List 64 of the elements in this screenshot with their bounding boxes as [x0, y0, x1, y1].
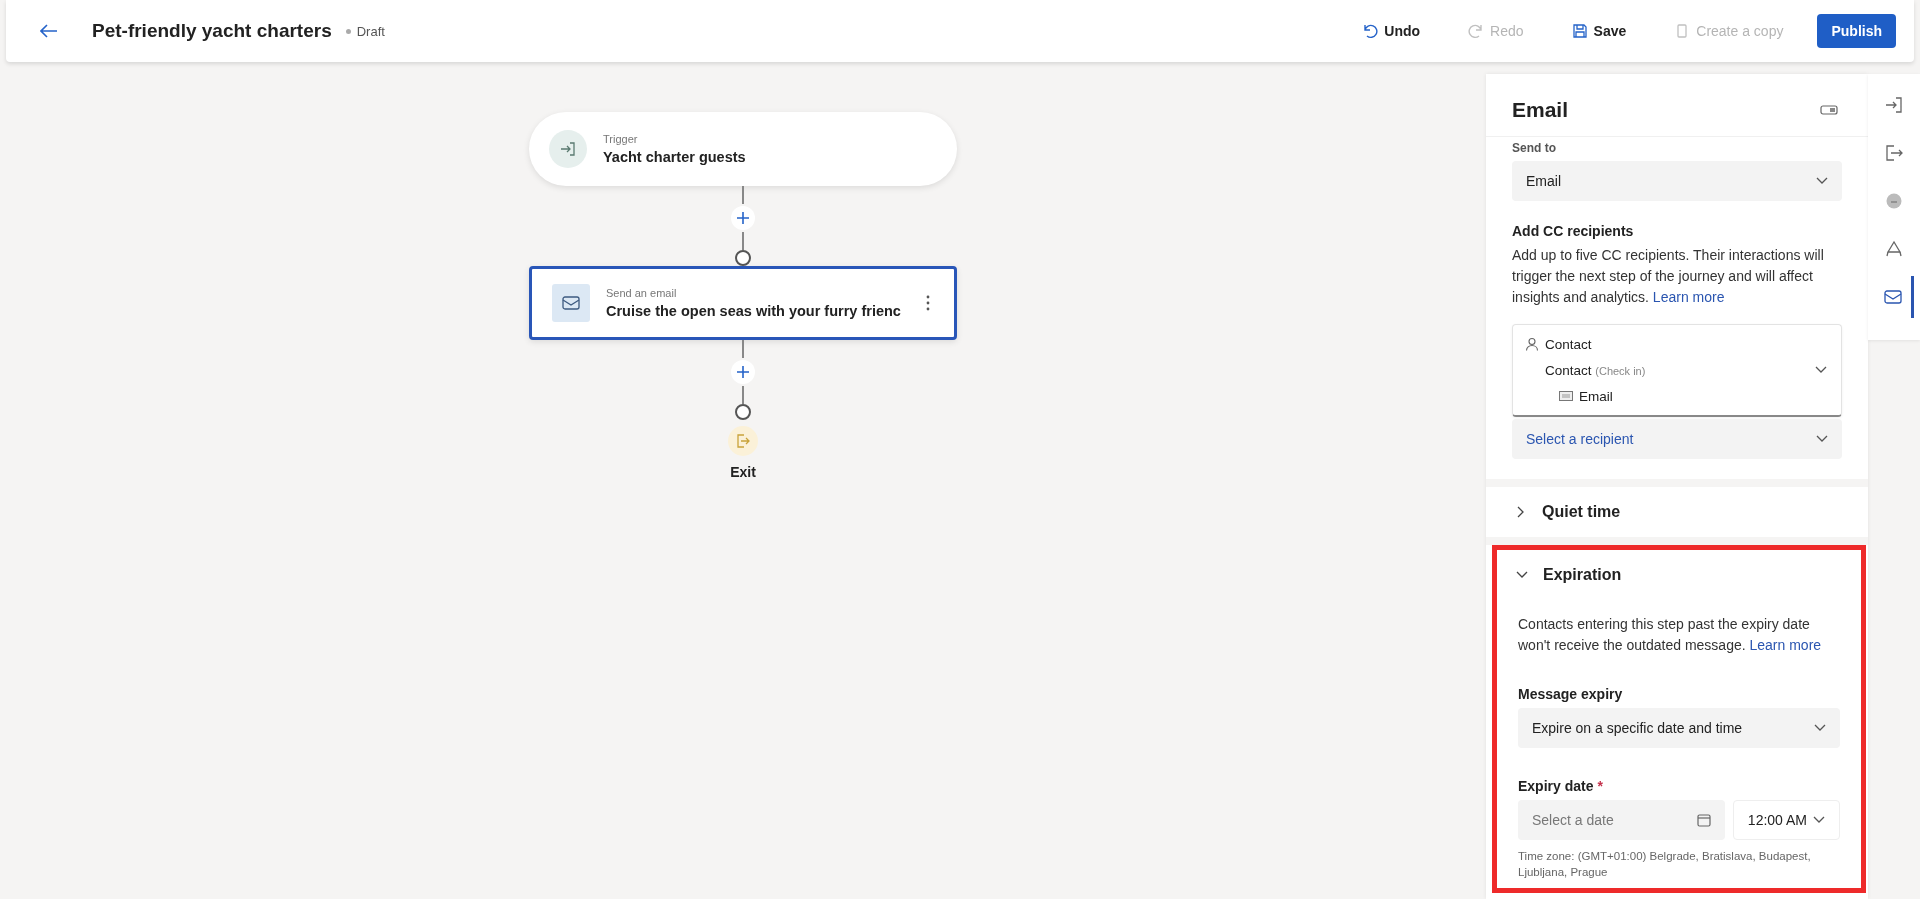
- undo-icon: [1362, 23, 1379, 39]
- back-arrow-icon: [40, 24, 58, 38]
- recipient-tree-dropdown[interactable]: Contact Contact (Check in) Email: [1512, 324, 1842, 417]
- exit-icon: [1885, 144, 1903, 162]
- step-type-label: Send an email: [606, 287, 678, 299]
- panel-toggle-icon: [1820, 105, 1838, 115]
- journey-title: Pet-friendly yacht charters: [92, 20, 332, 42]
- step-title: Yacht charter guests: [603, 149, 747, 165]
- recipient-dropdown[interactable]: Select a recipient: [1512, 419, 1842, 459]
- expiration-section-toggle[interactable]: Expiration: [1497, 550, 1861, 600]
- plus-icon: [736, 365, 750, 379]
- message-expiry-dropdown[interactable]: Expire on a specific date and time: [1518, 708, 1840, 748]
- envelope-icon: [552, 284, 590, 322]
- status-label: Draft: [345, 23, 385, 39]
- connector-port: [735, 404, 751, 420]
- tree-item: Contact: [1545, 336, 1592, 352]
- connector-port: [735, 250, 751, 266]
- plus-icon: [736, 211, 750, 225]
- enter-icon: [1885, 96, 1903, 114]
- field-label: Message expiry: [1518, 686, 1624, 702]
- save-icon: [1571, 23, 1588, 39]
- enter-icon: [549, 130, 587, 168]
- chevron-down-icon: [1816, 435, 1828, 443]
- chevron-down-icon: [1816, 177, 1828, 185]
- redo-icon: [1468, 23, 1485, 39]
- add-step-button[interactable]: [731, 206, 755, 230]
- field-label: Expiry date *: [1518, 778, 1604, 794]
- exit-label: Exit: [730, 464, 756, 480]
- tree-item: Email: [1579, 388, 1613, 404]
- save-button[interactable]: Save: [1561, 17, 1637, 45]
- field-label: Send to: [1512, 141, 1557, 155]
- chevron-icon: [1516, 570, 1528, 580]
- field-icon: [1559, 391, 1573, 401]
- calendar-icon: [1696, 813, 1711, 827]
- more-icon: [926, 295, 930, 311]
- tree-item: Contact (Check in): [1545, 362, 1646, 378]
- branch-icon: [1885, 240, 1903, 258]
- step-title: Cruise the open seas with your furry frienc: [606, 303, 902, 319]
- chevron-icon: [1516, 506, 1526, 518]
- exit-icon: [728, 426, 758, 456]
- step-type-label: Trigger: [603, 133, 639, 145]
- section-heading: Add CC recipients: [1512, 223, 1635, 239]
- quiet-time-section-toggle[interactable]: Quiet time: [1486, 487, 1868, 545]
- expiration-description: Contacts entering this step past the expiry date won't receive the outdated message. Learn more: [1518, 615, 1823, 655]
- panel-title: Email: [1512, 98, 1569, 122]
- chevron-down-icon: [1813, 816, 1825, 824]
- time-dropdown[interactable]: 12:00 AM: [1732, 800, 1840, 840]
- learn-more-link[interactable]: Learn more: [1749, 637, 1822, 653]
- cc-description: Add up to five CC recipients. Their interactions will trigger the next step of the journey and will affect insights and analytics. Learn more: [1512, 246, 1825, 307]
- circle-icon: [1885, 192, 1903, 210]
- journey-step-card[interactable]: Trigger Yacht charter guests: [529, 112, 957, 186]
- required-marker: *: [1597, 778, 1603, 794]
- journey-step-card[interactable]: Send an email Cruise the open seas with your furry frienc: [529, 266, 957, 340]
- envelope-icon: [1883, 290, 1902, 304]
- publish-button[interactable]: Publish: [1817, 14, 1896, 48]
- add-step-button[interactable]: [731, 360, 755, 384]
- chevron-down-icon: [1815, 366, 1827, 374]
- send-to-dropdown[interactable]: Email: [1512, 161, 1842, 201]
- learn-more-link[interactable]: Learn more: [1652, 289, 1725, 305]
- time-zone-note: Time zone: (GMT+01:00) Belgrade, Bratislava, Budapest, Ljubljana, Prague: [1518, 849, 1812, 880]
- chevron-down-icon: [1814, 724, 1826, 732]
- undo-button[interactable]: Undo: [1352, 17, 1431, 45]
- person-icon: [1525, 337, 1539, 351]
- date-picker-field[interactable]: Select a date: [1518, 800, 1725, 840]
